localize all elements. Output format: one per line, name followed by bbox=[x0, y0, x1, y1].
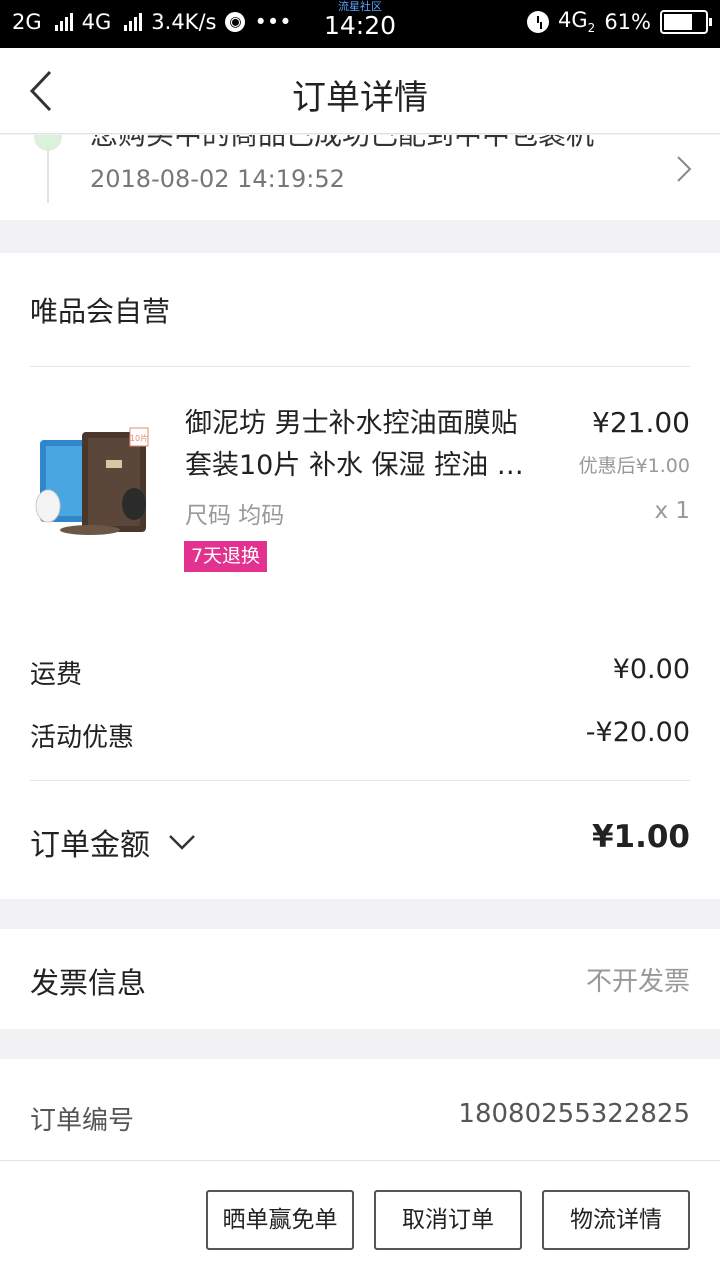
order-section bbox=[0, 253, 720, 899]
product-name[interactable]: 御泥坊 男士补水控油面膜贴 套装10片 补水 保湿 控油 提… bbox=[185, 403, 545, 487]
nav-bar: 订单详情 bbox=[0, 48, 720, 134]
product-qty: x 1 bbox=[654, 498, 690, 524]
page-title: 订单详情 bbox=[292, 78, 428, 118]
order-total-toggle[interactable]: 订单金额 bbox=[30, 820, 196, 864]
alarm-icon bbox=[527, 10, 550, 33]
invoice-value: 不开发票 bbox=[585, 967, 690, 997]
return-policy-badge: 7天退换 bbox=[184, 541, 267, 572]
product-name-line1: 御泥坊 男士补水控油面膜贴 bbox=[185, 408, 518, 439]
battery-icon bbox=[660, 9, 712, 34]
timeline-line bbox=[47, 145, 49, 203]
promo-label: 活动优惠 bbox=[30, 723, 135, 753]
logistics-status: 您购买中的商品已成功已配到中中包裹机 bbox=[90, 135, 594, 153]
order-number-value: 18080255322825 bbox=[458, 1099, 690, 1129]
product-after-discount: 优惠后¥1.00 bbox=[578, 455, 690, 477]
cancel-order-button[interactable]: 取消订单 bbox=[374, 1190, 522, 1250]
logistics-detail-button[interactable]: 物流详情 bbox=[542, 1190, 690, 1250]
invoice-label: 发票信息 bbox=[30, 966, 147, 1000]
logistics-date: 2018-08-02 14:19:52 bbox=[90, 165, 345, 193]
total-value: ¥1.00 bbox=[591, 819, 690, 855]
product-spec: 尺码 均码 bbox=[185, 503, 285, 529]
promo-value: -¥20.00 bbox=[585, 717, 690, 748]
product-name-line2: 套装10片 补水 保湿 控油 提… bbox=[185, 450, 545, 481]
order-number-label: 订单编号 bbox=[30, 1106, 135, 1136]
shipping-value: ¥0.00 bbox=[612, 654, 690, 685]
battery-percent: 61% bbox=[604, 9, 651, 34]
thumb-badge: 10片 bbox=[130, 433, 148, 443]
network-4g-2: 4G2 bbox=[558, 8, 596, 36]
logistics-row[interactable]: 您购买中的商品已成功已配到中中包裹机 2018-08-02 14:19:52 bbox=[0, 135, 720, 220]
product-thumbnail[interactable]: 10片 bbox=[30, 418, 160, 548]
shipping-label: 运费 bbox=[30, 660, 83, 690]
store-name: 唯品会自营 bbox=[30, 295, 171, 328]
divider bbox=[30, 366, 690, 367]
product-price: ¥21.00 bbox=[592, 406, 690, 439]
total-label: 订单金额 bbox=[30, 828, 150, 863]
status-bar: 2G 4G 3.4K/s ◉ ••• 流星社区 14:20 4G2 61% bbox=[0, 0, 720, 48]
share-review-button[interactable]: 晒单赢免单 bbox=[206, 1190, 354, 1250]
bottom-action-bar: 晒单赢免单 取消订单 物流详情 bbox=[0, 1160, 720, 1280]
status-right: 4G2 61% bbox=[527, 8, 712, 36]
chevron-right-icon bbox=[677, 156, 692, 182]
product-image-icon: 10片 bbox=[35, 427, 149, 535]
divider bbox=[30, 780, 690, 781]
chevron-down-icon bbox=[169, 835, 195, 850]
